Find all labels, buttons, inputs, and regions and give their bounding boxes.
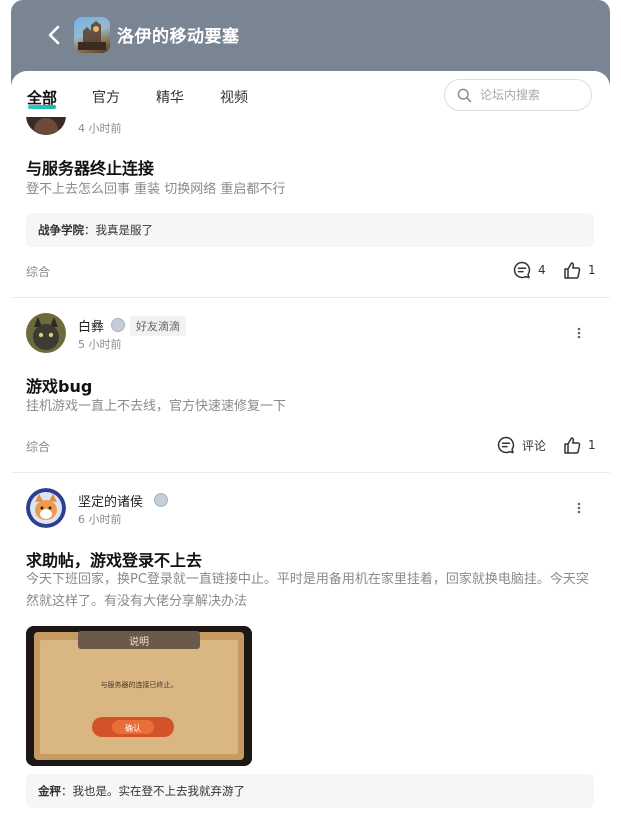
more-options-icon[interactable] bbox=[574, 326, 584, 340]
level-badge-icon bbox=[111, 318, 125, 332]
active-tab-indicator bbox=[28, 105, 56, 109]
back-button[interactable] bbox=[39, 20, 69, 50]
post-image[interactable]: 说明 与服务器的连接已终止。 确认 bbox=[26, 626, 252, 766]
search-icon bbox=[457, 88, 472, 102]
dialog-confirm-label: 确认 bbox=[125, 724, 141, 733]
app-icon bbox=[74, 17, 110, 53]
post-category[interactable]: 综合 bbox=[26, 263, 50, 280]
reply-text: 我也是。实在登不上去我就弃游了 bbox=[72, 784, 246, 798]
post-title[interactable]: 游戏bug bbox=[26, 373, 92, 397]
post-excerpt: 登不上去怎么回事 重装 切换网络 重启都不行 bbox=[26, 182, 286, 197]
post-excerpt: 挂机游戏一直上不去线，官方快速速修复一下 bbox=[26, 399, 287, 414]
post-divider bbox=[11, 297, 610, 298]
reply-colon: ： bbox=[84, 223, 96, 237]
reply-author: 战争学院 bbox=[38, 223, 84, 237]
username[interactable]: 白彝 bbox=[78, 316, 104, 335]
reply-author: 金秤 bbox=[38, 784, 61, 798]
post-title[interactable]: 与服务器终止连接 bbox=[26, 155, 154, 179]
tab-video[interactable]: 视频 bbox=[220, 87, 248, 107]
comment-count: 4 bbox=[538, 263, 546, 277]
more-options-icon[interactable] bbox=[574, 501, 584, 515]
user-tag: 好友滴滴 bbox=[130, 316, 186, 336]
chevron-left-icon bbox=[48, 25, 60, 45]
reply-colon: ： bbox=[61, 784, 73, 798]
tab-official[interactable]: 官方 bbox=[92, 87, 120, 107]
top-reply[interactable]: 战争学院：我真是服了 bbox=[26, 213, 594, 247]
search-input[interactable] bbox=[478, 87, 582, 103]
comment-button[interactable]: 4 bbox=[512, 260, 546, 280]
post-excerpt: 今天下班回家，换PC登录就一直链接中止。平时是用备用机在家里挂着，回家就换电脑挂… bbox=[26, 572, 589, 609]
search-box[interactable] bbox=[444, 79, 592, 111]
comment-icon bbox=[513, 261, 531, 279]
post-category[interactable]: 综合 bbox=[26, 438, 50, 455]
avatar[interactable] bbox=[26, 313, 66, 353]
comment-label: 评论 bbox=[522, 438, 547, 453]
post-title[interactable]: 求助帖，游戏登录不上去 bbox=[26, 547, 202, 571]
tab-featured[interactable]: 精华 bbox=[156, 87, 184, 107]
post-time: 4 小时前 bbox=[78, 122, 122, 135]
like-button[interactable]: 1 bbox=[562, 260, 596, 280]
app-title: 洛伊的移动要塞 bbox=[117, 27, 240, 47]
post-time: 5 小时前 bbox=[78, 338, 122, 351]
top-reply[interactable]: 金秤：我也是。实在登不上去我就弃游了 bbox=[26, 774, 594, 808]
tab-all[interactable]: 全部 bbox=[27, 87, 57, 109]
username[interactable]: 坚定的诸侯 bbox=[78, 491, 143, 510]
thumbs-up-icon bbox=[564, 262, 581, 279]
like-count: 1 bbox=[588, 263, 596, 277]
level-badge-icon bbox=[154, 493, 168, 507]
reply-text: 我真是服了 bbox=[95, 223, 154, 237]
post-divider bbox=[11, 472, 610, 473]
avatar[interactable] bbox=[26, 488, 66, 528]
like-button[interactable]: 1 bbox=[562, 435, 596, 455]
thumbs-up-icon bbox=[564, 437, 581, 454]
dialog-title: 说明 bbox=[129, 637, 149, 648]
post-time: 6 小时前 bbox=[78, 513, 122, 526]
comment-icon bbox=[497, 436, 515, 454]
dialog-message: 与服务器的连接已终止。 bbox=[100, 681, 178, 689]
like-count: 1 bbox=[588, 438, 596, 452]
comment-button[interactable]: 评论 bbox=[496, 435, 546, 455]
